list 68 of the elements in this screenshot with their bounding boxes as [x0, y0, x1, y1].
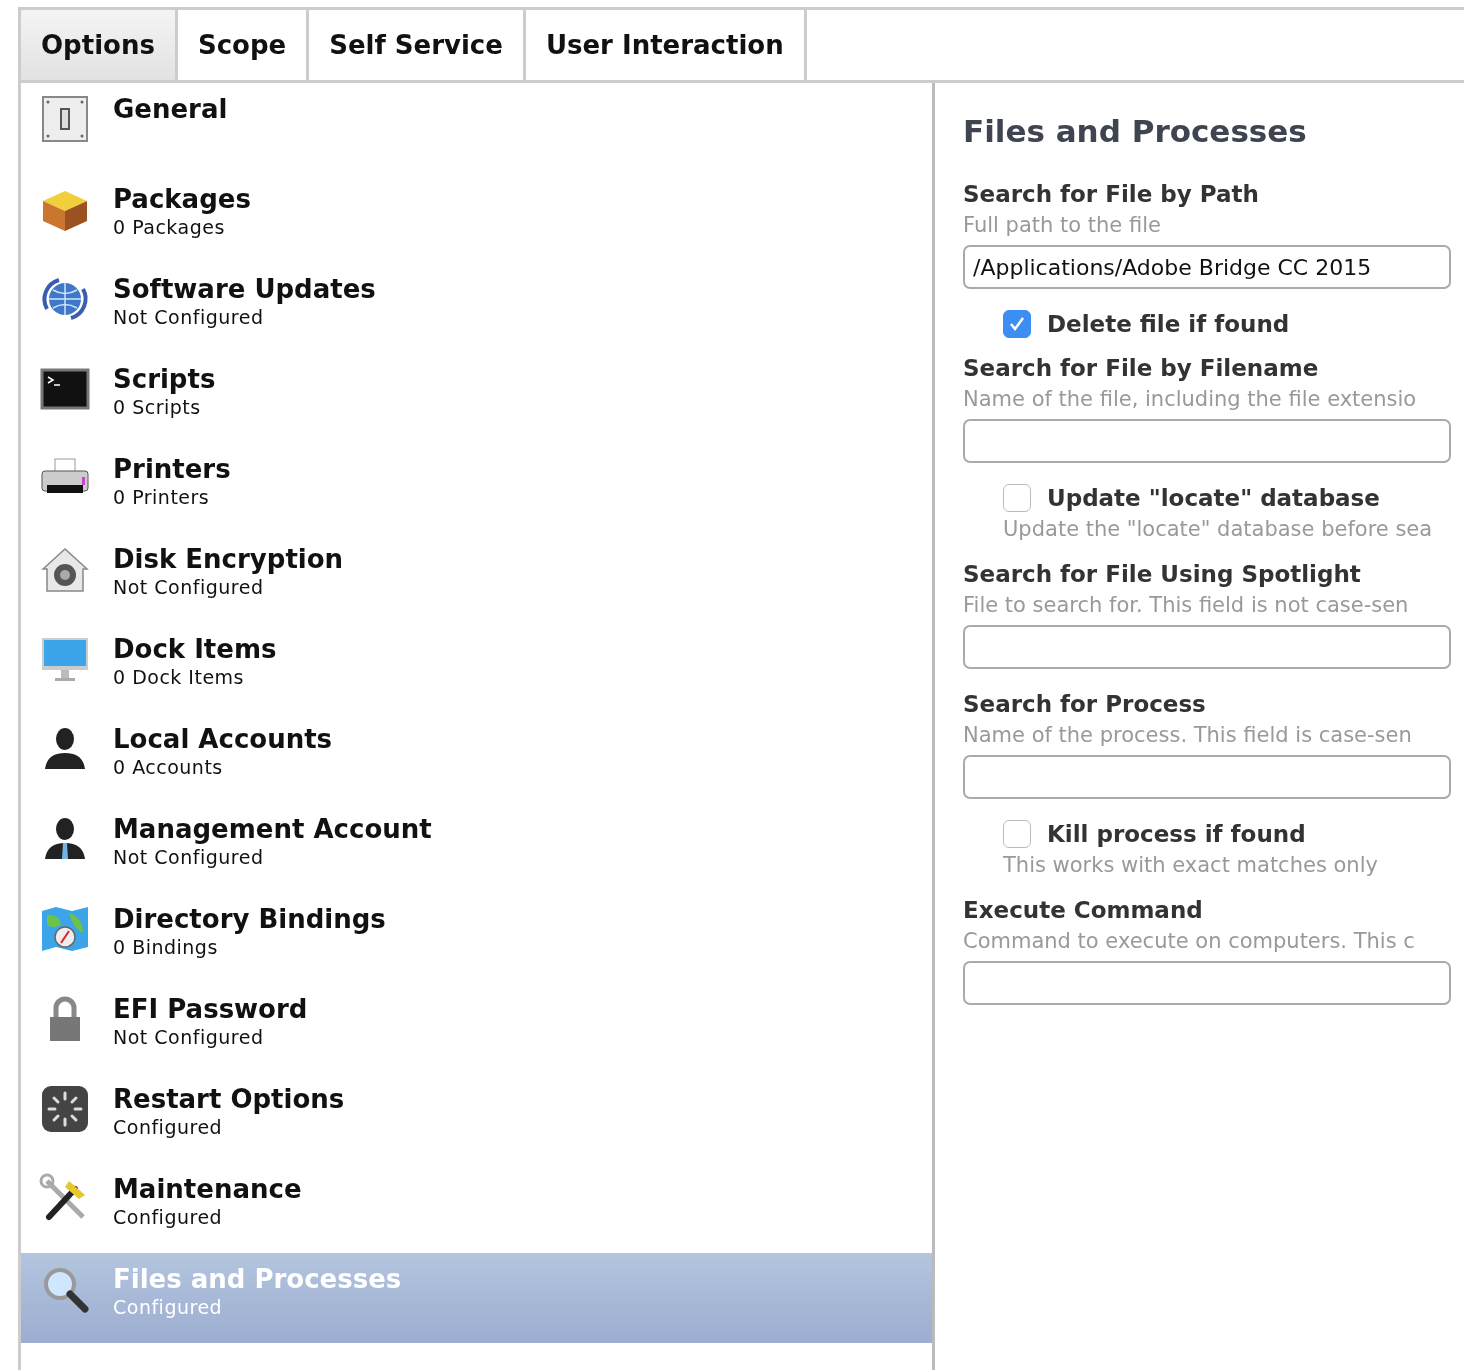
input-field[interactable] — [963, 755, 1451, 799]
sidebar-item[interactable]: Disk Encryption Not Configured — [21, 533, 932, 623]
input-field[interactable] — [963, 625, 1451, 669]
field-hint: Name of the process. This field is case-sen — [963, 722, 1413, 749]
sidebar-item[interactable]: Dock Items 0 Dock Items — [21, 623, 932, 713]
item-status: 0 Bindings — [113, 935, 219, 959]
item-title: Files and Processes — [113, 1263, 402, 1295]
item-status: Not Configured — [113, 845, 265, 869]
sidebar-item[interactable]: Maintenance Configured — [21, 1163, 932, 1253]
item-title: Directory Bindings — [113, 903, 386, 935]
item-status: Configured — [113, 1115, 224, 1139]
input-field[interactable] — [963, 961, 1451, 1005]
field-hint: Full path to the file — [963, 212, 1162, 239]
sidebar-item[interactable]: Packages 0 Packages — [21, 173, 932, 263]
item-title: Disk Encryption — [113, 543, 344, 575]
item-title: Software Updates — [113, 273, 376, 305]
item-title: Restart Options — [113, 1083, 345, 1115]
sidebar-item[interactable]: Printers 0 Printers — [21, 443, 932, 533]
item-title: Dock Items — [113, 633, 277, 665]
item-title: Local Accounts — [113, 723, 333, 755]
field-label: Search for File Using Spotlight — [963, 560, 1362, 589]
item-title: Packages — [113, 183, 251, 215]
sidebar-item[interactable]: Software Updates Not Configured — [21, 263, 932, 353]
item-status: Not Configured — [113, 1025, 265, 1049]
checkbox-label: Kill process if found — [1047, 820, 1306, 849]
checkbox-label: Delete file if found — [1047, 310, 1290, 339]
sidebar-item[interactable]: Restart Options Configured — [21, 1073, 932, 1163]
tab[interactable]: Options — [21, 10, 178, 80]
checkbox-label: Update "locate" database — [1047, 484, 1380, 513]
field-label: Execute Command — [963, 896, 1204, 925]
sidebar-item[interactable]: Directory Bindings 0 Bindings — [21, 893, 932, 983]
input-field[interactable]: /Applications/Adobe Bridge CC 2015 — [963, 245, 1451, 289]
sidebar-item[interactable]: Management Account Not Configured — [21, 803, 932, 893]
sidebar-item[interactable]: General — [21, 83, 932, 173]
item-status: 0 Printers — [113, 485, 211, 509]
checkbox[interactable] — [1003, 310, 1031, 338]
checkmark-icon — [1008, 315, 1026, 333]
item-status: 0 Packages — [113, 215, 226, 239]
item-status: 0 Dock Items — [113, 665, 246, 689]
checkbox[interactable] — [1003, 484, 1031, 512]
input-field[interactable] — [963, 419, 1451, 463]
field-label: Search for File by Filename — [963, 354, 1320, 383]
item-title: EFI Password — [113, 993, 308, 1025]
item-title: Management Account — [113, 813, 432, 845]
item-status: Not Configured — [113, 305, 265, 329]
field-hint: Command to execute on computers. This c — [963, 928, 1416, 955]
panel-title: Files and Processes — [963, 113, 1308, 149]
item-status: Not Configured — [113, 575, 265, 599]
item-title: Printers — [113, 453, 231, 485]
spinner-icon — [39, 1083, 91, 1135]
field-label: Search for File by Path — [963, 180, 1260, 209]
item-title: Maintenance — [113, 1173, 302, 1205]
item-title: General — [113, 93, 228, 125]
sidebar-item[interactable]: Local Accounts 0 Accounts — [21, 713, 932, 803]
item-status: Configured — [113, 1205, 224, 1229]
item-title: Scripts — [113, 363, 216, 395]
field-hint: Name of the file, including the file extensio — [963, 386, 1418, 413]
item-status: 0 Scripts — [113, 395, 202, 419]
field-label: Search for Process — [963, 690, 1207, 719]
checkbox-hint: This works with exact matches only — [1003, 852, 1379, 879]
item-status: 0 Accounts — [113, 755, 224, 779]
sidebar-item[interactable]: Scripts 0 Scripts — [21, 353, 932, 443]
item-status: Configured — [113, 1295, 224, 1319]
checkbox[interactable] — [1003, 820, 1031, 848]
field-hint: File to search for. This field is not case-sen — [963, 592, 1410, 619]
sidebar-item[interactable]: EFI Password Not Configured — [21, 983, 932, 1073]
checkbox-hint: Update the "locate" database before sea — [1003, 516, 1434, 543]
switch-icon — [39, 93, 91, 145]
